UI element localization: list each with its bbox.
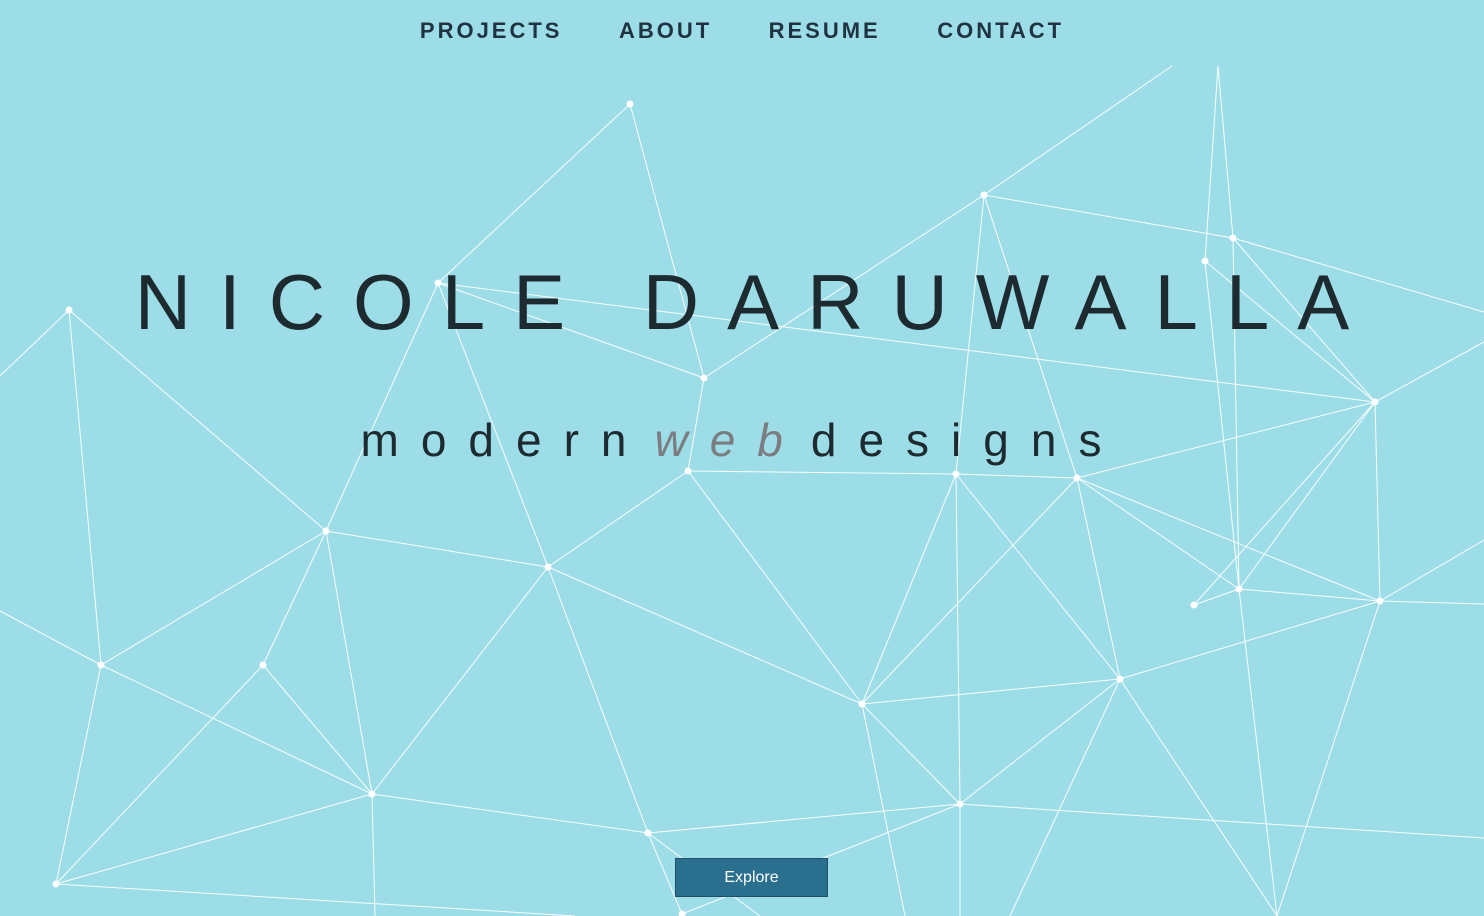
network-node: [1073, 474, 1081, 482]
network-line: [371, 793, 376, 916]
network-line: [955, 473, 1121, 680]
network-node: [322, 527, 330, 535]
network-node: [952, 470, 960, 478]
explore-button[interactable]: Explore: [675, 858, 828, 897]
network-node: [1376, 597, 1384, 605]
nav-resume-link[interactable]: RESUME: [769, 17, 881, 45]
network-line: [861, 678, 1121, 705]
tagline-prefix: modern: [360, 414, 649, 466]
network-line: [547, 566, 649, 834]
hero-tagline: modern web designs: [0, 414, 1484, 466]
network-line: [1119, 600, 1381, 680]
network-line: [687, 470, 863, 705]
network-line: [1217, 65, 1234, 239]
network-node: [259, 661, 267, 669]
network-node: [858, 700, 866, 708]
network-line: [325, 530, 373, 795]
network-node: [1190, 601, 1198, 609]
network-line: [647, 803, 961, 834]
network-line: [1009, 678, 1121, 916]
network-line: [959, 678, 1121, 805]
network-line: [861, 703, 961, 805]
nav-contact-link[interactable]: CONTACT: [937, 17, 1064, 45]
network-line: [955, 473, 961, 805]
network-line: [1238, 588, 1381, 602]
network-node: [700, 374, 708, 382]
network-line: [687, 470, 957, 475]
network-line: [0, 610, 102, 666]
network-line: [371, 793, 649, 834]
network-node: [1235, 585, 1243, 593]
network-line: [325, 530, 549, 568]
network-line: [262, 664, 373, 795]
network-line: [55, 793, 373, 885]
top-navigation: PROJECTS ABOUT RESUME CONTACT: [0, 17, 1484, 45]
network-line: [68, 309, 102, 666]
tagline-accent: web: [654, 414, 805, 466]
network-line: [100, 664, 373, 795]
hero-title: NICOLE DARUWALLA: [134, 258, 1378, 346]
network-line: [1379, 539, 1484, 602]
network-node: [97, 661, 105, 669]
network-line: [1204, 65, 1219, 262]
network-node: [626, 100, 634, 108]
network-node: [544, 563, 552, 571]
network-line: [1076, 477, 1121, 680]
network-line: [1379, 600, 1484, 605]
network-node: [678, 910, 686, 916]
network-node: [956, 800, 964, 808]
network-line: [437, 103, 631, 284]
network-line: [1276, 600, 1381, 916]
network-node: [1371, 398, 1379, 406]
network-line: [983, 194, 1234, 239]
network-node: [368, 790, 376, 798]
network-line: [371, 566, 549, 795]
network-node: [52, 880, 60, 888]
landing-page: PROJECTS ABOUT RESUME CONTACT NICOLE DAR…: [0, 0, 1484, 916]
network-line: [55, 883, 576, 916]
network-line: [861, 477, 1078, 705]
network-line: [1374, 341, 1484, 403]
network-line: [262, 530, 327, 666]
network-line: [955, 473, 1078, 479]
network-node: [644, 829, 652, 837]
network-node: [684, 467, 692, 475]
network-line: [547, 470, 689, 568]
network-line: [1076, 477, 1381, 602]
network-line: [100, 530, 327, 666]
network-node: [1229, 234, 1237, 242]
nav-about-link[interactable]: ABOUT: [619, 17, 712, 45]
network-line: [55, 664, 102, 885]
nav-projects-link[interactable]: PROJECTS: [420, 17, 563, 45]
network-line: [861, 473, 957, 705]
tagline-suffix: designs: [810, 414, 1124, 466]
network-line: [547, 566, 863, 705]
network-line: [55, 664, 264, 885]
network-node: [980, 191, 988, 199]
network-node: [1116, 675, 1124, 683]
network-line: [983, 65, 1173, 196]
